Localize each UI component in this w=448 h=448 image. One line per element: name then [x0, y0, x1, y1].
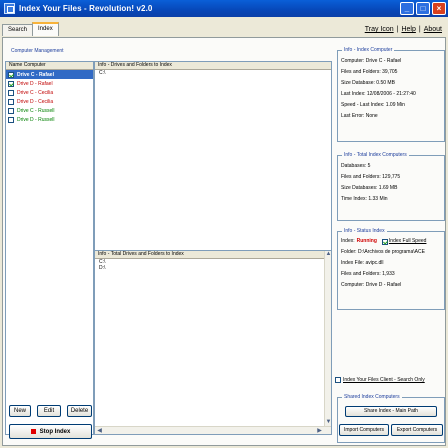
status-index-row: Index: Running Index Full Speed [338, 236, 444, 247]
computer-item[interactable]: Drive D - Russell [6, 115, 93, 124]
computer-checkbox[interactable] [8, 107, 14, 114]
close-button[interactable]: × [432, 2, 446, 15]
share-main-path-button[interactable]: Share Index - Main Path [345, 406, 437, 417]
index-tab-panel: Computer Management Name Computer Drive … [2, 37, 446, 446]
minimize-button[interactable]: _ [400, 2, 414, 15]
computer-list-header: Name Computer [6, 62, 93, 70]
computer-label: Drive D - Russell [17, 116, 55, 123]
export-computers-button[interactable]: Export Computers [391, 424, 443, 436]
info-files-folders: Files and Folders: 39,705 [341, 69, 398, 75]
client-only-option[interactable]: Index Your Files Client - Search Only [335, 377, 425, 383]
computer-item[interactable]: Drive D - Cecilia [6, 97, 93, 106]
client-only-label[interactable]: Index Your Files Client - Search Only [343, 377, 425, 383]
link-separator: | [418, 26, 421, 33]
computer-label: Drive D - Cecilia [17, 98, 54, 105]
info-status-title: Info - Status Index [342, 228, 387, 234]
total-drives-pane: Info - Total Drives and Folders to Index… [94, 250, 332, 435]
computer-item[interactable]: Drive D - Rafael [6, 79, 93, 88]
title-bar: Index Your Files - Revolution! v2.0 _ □ … [0, 0, 448, 17]
about-link[interactable]: About [424, 26, 442, 33]
delete-button[interactable]: Delete [67, 405, 92, 417]
computer-management-label: Computer Management [9, 48, 66, 54]
computer-label: Drive C - Cecilia [17, 89, 54, 96]
computer-item[interactable]: Drive C - Russell [6, 106, 93, 115]
total-files-folders: Files and Folders: 129,775 [341, 174, 401, 180]
info-status-box: Info - Status Index Index: Running Index… [337, 228, 445, 310]
computer-list: Name Computer Drive C - Rafael Drive D -… [5, 61, 94, 435]
full-speed-checkbox[interactable] [381, 238, 388, 245]
computer-label: Drive C - Russell [17, 107, 55, 114]
scroll-left-icon[interactable]: ◀ [96, 428, 103, 434]
drives-to-index-header: Info - Drives and Folders to Index [95, 62, 331, 70]
info-total-box: Info - Total Index Computers Databases: … [337, 152, 445, 221]
stop-index-button[interactable]: Stop Index [9, 424, 92, 439]
new-button[interactable]: New [9, 405, 31, 417]
computer-checkbox[interactable] [8, 71, 14, 78]
computer-item[interactable]: Drive C - Cecilia [6, 88, 93, 97]
info-total-title: Info - Total Index Computers [342, 152, 409, 158]
total-databases: Databases: 5 [341, 163, 371, 169]
info-speed: Speed - Last Index: 1.09 Min [341, 102, 405, 108]
vertical-scrollbar[interactable]: ▲ ▼ [324, 251, 331, 426]
computer-checkbox[interactable] [8, 89, 14, 96]
tab-search[interactable]: Search [2, 24, 34, 36]
scroll-down-icon[interactable]: ▼ [325, 419, 332, 426]
info-index-computer-title: Info - Index Computer [342, 47, 395, 53]
total-drives-header: Info - Total Drives and Folders to Index [95, 251, 331, 259]
help-link[interactable]: Help [401, 26, 415, 33]
status-index-label: Index: [341, 238, 355, 244]
tab-index[interactable]: Index [32, 22, 59, 36]
status-index-state: Running [356, 238, 377, 244]
window-title: Index Your Files - Revolution! v2.0 [19, 4, 153, 13]
info-index-computer-box: Info - Index Computer Computer: Drive C … [337, 47, 445, 142]
computer-label: Drive D - Rafael [17, 80, 53, 87]
status-folder: Folder: D:\Archivos de programa\ACE [341, 249, 425, 255]
shared-index-box: Shared Index Computers [337, 394, 445, 443]
info-size-database: Size Database: 0.50 MB [341, 80, 395, 86]
computer-checkbox[interactable] [8, 116, 14, 123]
computer-item[interactable]: Drive C - Rafael [6, 70, 93, 79]
horizontal-scrollbar[interactable]: ◀ ▶ [95, 426, 331, 434]
scroll-right-icon[interactable]: ▶ [316, 428, 323, 434]
computer-checkbox[interactable] [8, 98, 14, 105]
status-computer: Computer: Drive D - Rafael [341, 282, 402, 288]
import-computers-button[interactable]: Import Computers [339, 424, 389, 436]
scroll-up-icon[interactable]: ▲ [325, 251, 332, 258]
info-computer: Computer: Drive C - Rafael [341, 58, 402, 64]
maximize-button[interactable]: □ [416, 2, 430, 15]
link-separator: | [396, 26, 399, 33]
app-icon [4, 3, 15, 14]
status-files-folders: Files and Folders: 1,933 [341, 271, 395, 277]
edit-button[interactable]: Edit [37, 405, 61, 417]
computer-checkbox[interactable] [8, 80, 14, 87]
total-time-index: Time Index: 1.33 Min [341, 196, 388, 202]
status-index-file: Index File: avipc.dll [341, 260, 384, 266]
drives-to-index-pane: Info - Drives and Folders to Index C:\ ◀… [94, 61, 332, 281]
computer-label: Drive C - Rafael [17, 71, 54, 78]
total-size-databases: Size Databases: 1.69 MB [341, 185, 398, 191]
drive-path[interactable]: C:\ [95, 70, 331, 76]
info-last-error: Last Error: None [341, 113, 378, 119]
tray-icon-link[interactable]: Tray Icon [365, 26, 394, 33]
drive-path[interactable]: D:\ [95, 265, 331, 271]
info-last-index: Last Index: 12/08/2006 - 21:27:40 [341, 91, 416, 97]
full-speed-label[interactable]: Index Full Speed [389, 236, 427, 247]
stop-icon [30, 429, 36, 434]
shared-index-title: Shared Index Computers [342, 394, 402, 400]
stop-index-label: Stop Index [39, 428, 71, 435]
client-only-checkbox[interactable] [335, 377, 341, 383]
